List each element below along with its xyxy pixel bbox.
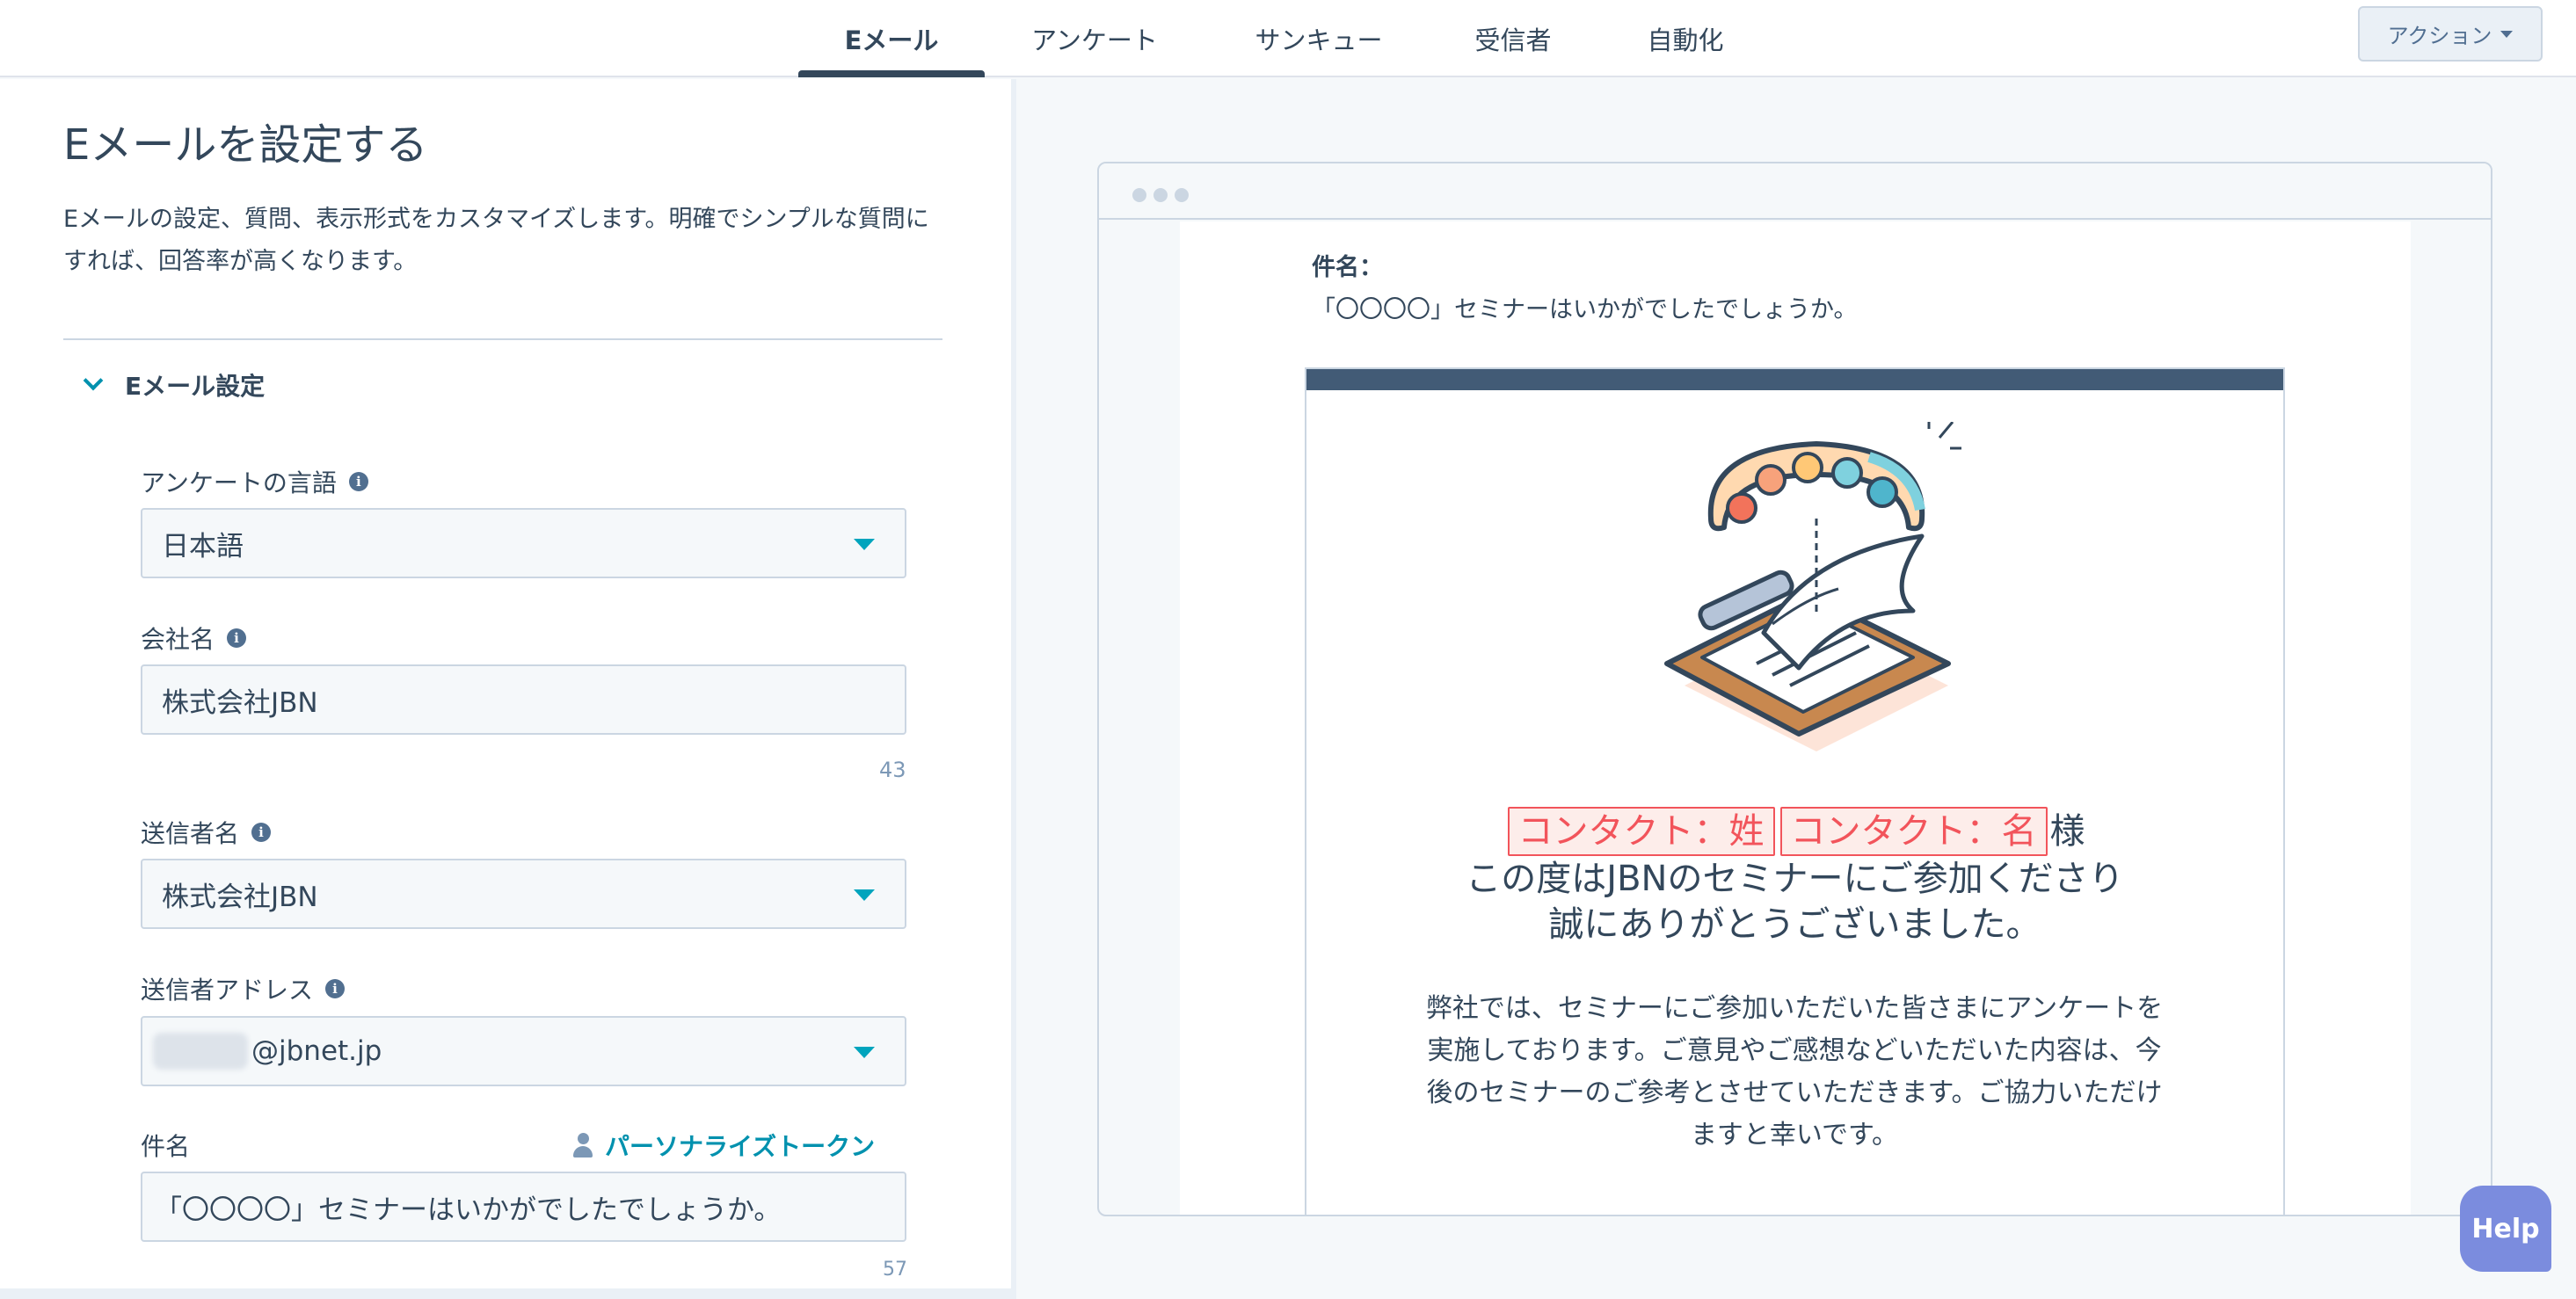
email-header-band	[1306, 369, 2283, 390]
subject-value: 「〇〇〇〇」セミナーはいかがでしたでしょうか。	[155, 1194, 782, 1226]
tab-survey[interactable]: アンケート	[1011, 0, 1178, 77]
page-title: Eメールを設定する	[63, 120, 428, 170]
greeting-line-3: 誠にありがとうございました。	[1548, 904, 2041, 945]
sender-name-field-label: 送信者名 i	[141, 815, 272, 850]
panel-divider	[1011, 79, 1016, 1299]
email-content-card: コンタクト：姓 コンタクト：名様 この度はJBNのセミナーにご参加くださり 誠にあ…	[1305, 367, 2285, 1215]
greeting-line-2: この度はJBNのセミナーにご参加くださり	[1466, 859, 2124, 899]
tab-thank-you[interactable]: サンキュー	[1231, 0, 1407, 77]
info-icon[interactable]: i	[348, 472, 368, 491]
language-label-text: アンケートの言語	[141, 468, 337, 497]
personalization-token-link[interactable]: パーソナライズトークン	[573, 1128, 875, 1163]
subject-field-label: 件名	[141, 1128, 190, 1163]
window-dot-icon	[1132, 188, 1146, 202]
sender-address-value: @jbnet.jp	[251, 1035, 382, 1067]
subject-label-text: 件名	[141, 1132, 191, 1161]
company-field-label: 会社名 i	[141, 620, 247, 656]
sender-name-label-text: 送信者名	[141, 819, 240, 848]
help-button[interactable]: Help	[2460, 1186, 2551, 1272]
tab-email[interactable]: Eメール	[798, 0, 985, 77]
preview-subject-value: 「〇〇〇〇」セミナーはいかがでしたでしょうか。	[1312, 296, 1858, 323]
window-dot-icon	[1175, 188, 1189, 202]
email-settings-toggle[interactable]: Eメール設定	[83, 367, 266, 403]
survey-illustration	[1664, 422, 1961, 751]
preview-subject-label: 件名：	[1312, 254, 1383, 281]
personalization-token-label: パーソナライズトークン	[605, 1132, 876, 1161]
tab-automation[interactable]: 自動化	[1628, 0, 1743, 77]
person-icon	[573, 1133, 593, 1157]
sender-name-select[interactable]: 株式会社JBN	[141, 859, 906, 929]
info-icon[interactable]: i	[227, 628, 247, 648]
greeting-line-1: コンタクト：姓 コンタクト：名様	[1306, 807, 2283, 856]
panel-footer-edge	[0, 1288, 1011, 1299]
actions-button[interactable]: アクション	[2358, 6, 2543, 62]
company-name-value: 株式会社JBN	[162, 686, 318, 719]
dropdown-arrow-icon	[854, 539, 875, 550]
company-name-input[interactable]: 株式会社JBN	[141, 664, 906, 735]
dropdown-arrow-icon	[854, 889, 875, 901]
page-description: Eメールの設定、質問、表示形式をカスタマイズします。明確でシンプルな質問にすれば…	[63, 206, 929, 275]
redacted-username	[153, 1033, 248, 1070]
info-icon[interactable]: i	[251, 823, 272, 842]
window-dot-icon	[1153, 188, 1168, 202]
caret-down-icon	[2500, 30, 2514, 38]
dropdown-arrow-icon	[854, 1047, 875, 1058]
chevron-down-icon	[83, 370, 104, 391]
greeting-heading: コンタクト：姓 コンタクト：名様 この度はJBNのセミナーにご参加くださり 誠にあ…	[1306, 807, 2283, 947]
preview-window-bar	[1099, 163, 2491, 220]
top-navigation: Eメール アンケート サンキュー 受信者 自動化 アクション	[0, 0, 2576, 77]
email-body-text: 弊社では、セミナーにご参加いただいた皆さまにアンケートを実施しております。ご意見…	[1425, 993, 2164, 1150]
active-tab-indicator	[798, 70, 985, 77]
first-name-token[interactable]: コンタクト：名	[1779, 807, 2048, 856]
honorific: 様	[2049, 811, 2085, 852]
language-field-label: アンケートの言語 i	[141, 464, 368, 499]
subject-input[interactable]: 「〇〇〇〇」セミナーはいかがでしたでしょうか。	[141, 1172, 906, 1242]
sender-address-field-label: 送信者アドレス i	[141, 971, 346, 1006]
company-label-text: 会社名	[141, 625, 215, 654]
info-icon[interactable]: i	[325, 979, 346, 998]
email-body: 件名： 「〇〇〇〇」セミナーはいかがでしたでしょうか。 コンタクト：姓 コンタク…	[1180, 221, 2411, 1215]
section-label: Eメール設定	[125, 372, 266, 401]
sender-address-label-text: 送信者アドレス	[141, 976, 314, 1005]
language-select-value: 日本語	[162, 530, 244, 562]
actions-button-label: アクション	[2387, 24, 2492, 48]
subject-char-counter: 57	[883, 1259, 907, 1281]
language-select[interactable]: 日本語	[141, 508, 906, 578]
sender-address-select[interactable]: @jbnet.jp	[141, 1016, 906, 1086]
last-name-token[interactable]: コンタクト：姓	[1507, 807, 1775, 856]
tab-recipients[interactable]: 受信者	[1451, 0, 1575, 77]
section-divider	[63, 338, 942, 340]
company-char-counter: 43	[879, 758, 906, 782]
email-preview-window: 件名： 「〇〇〇〇」セミナーはいかがでしたでしょうか。 コンタクト：姓 コンタク…	[1097, 162, 2492, 1216]
sender-name-value: 株式会社JBN	[162, 881, 318, 913]
